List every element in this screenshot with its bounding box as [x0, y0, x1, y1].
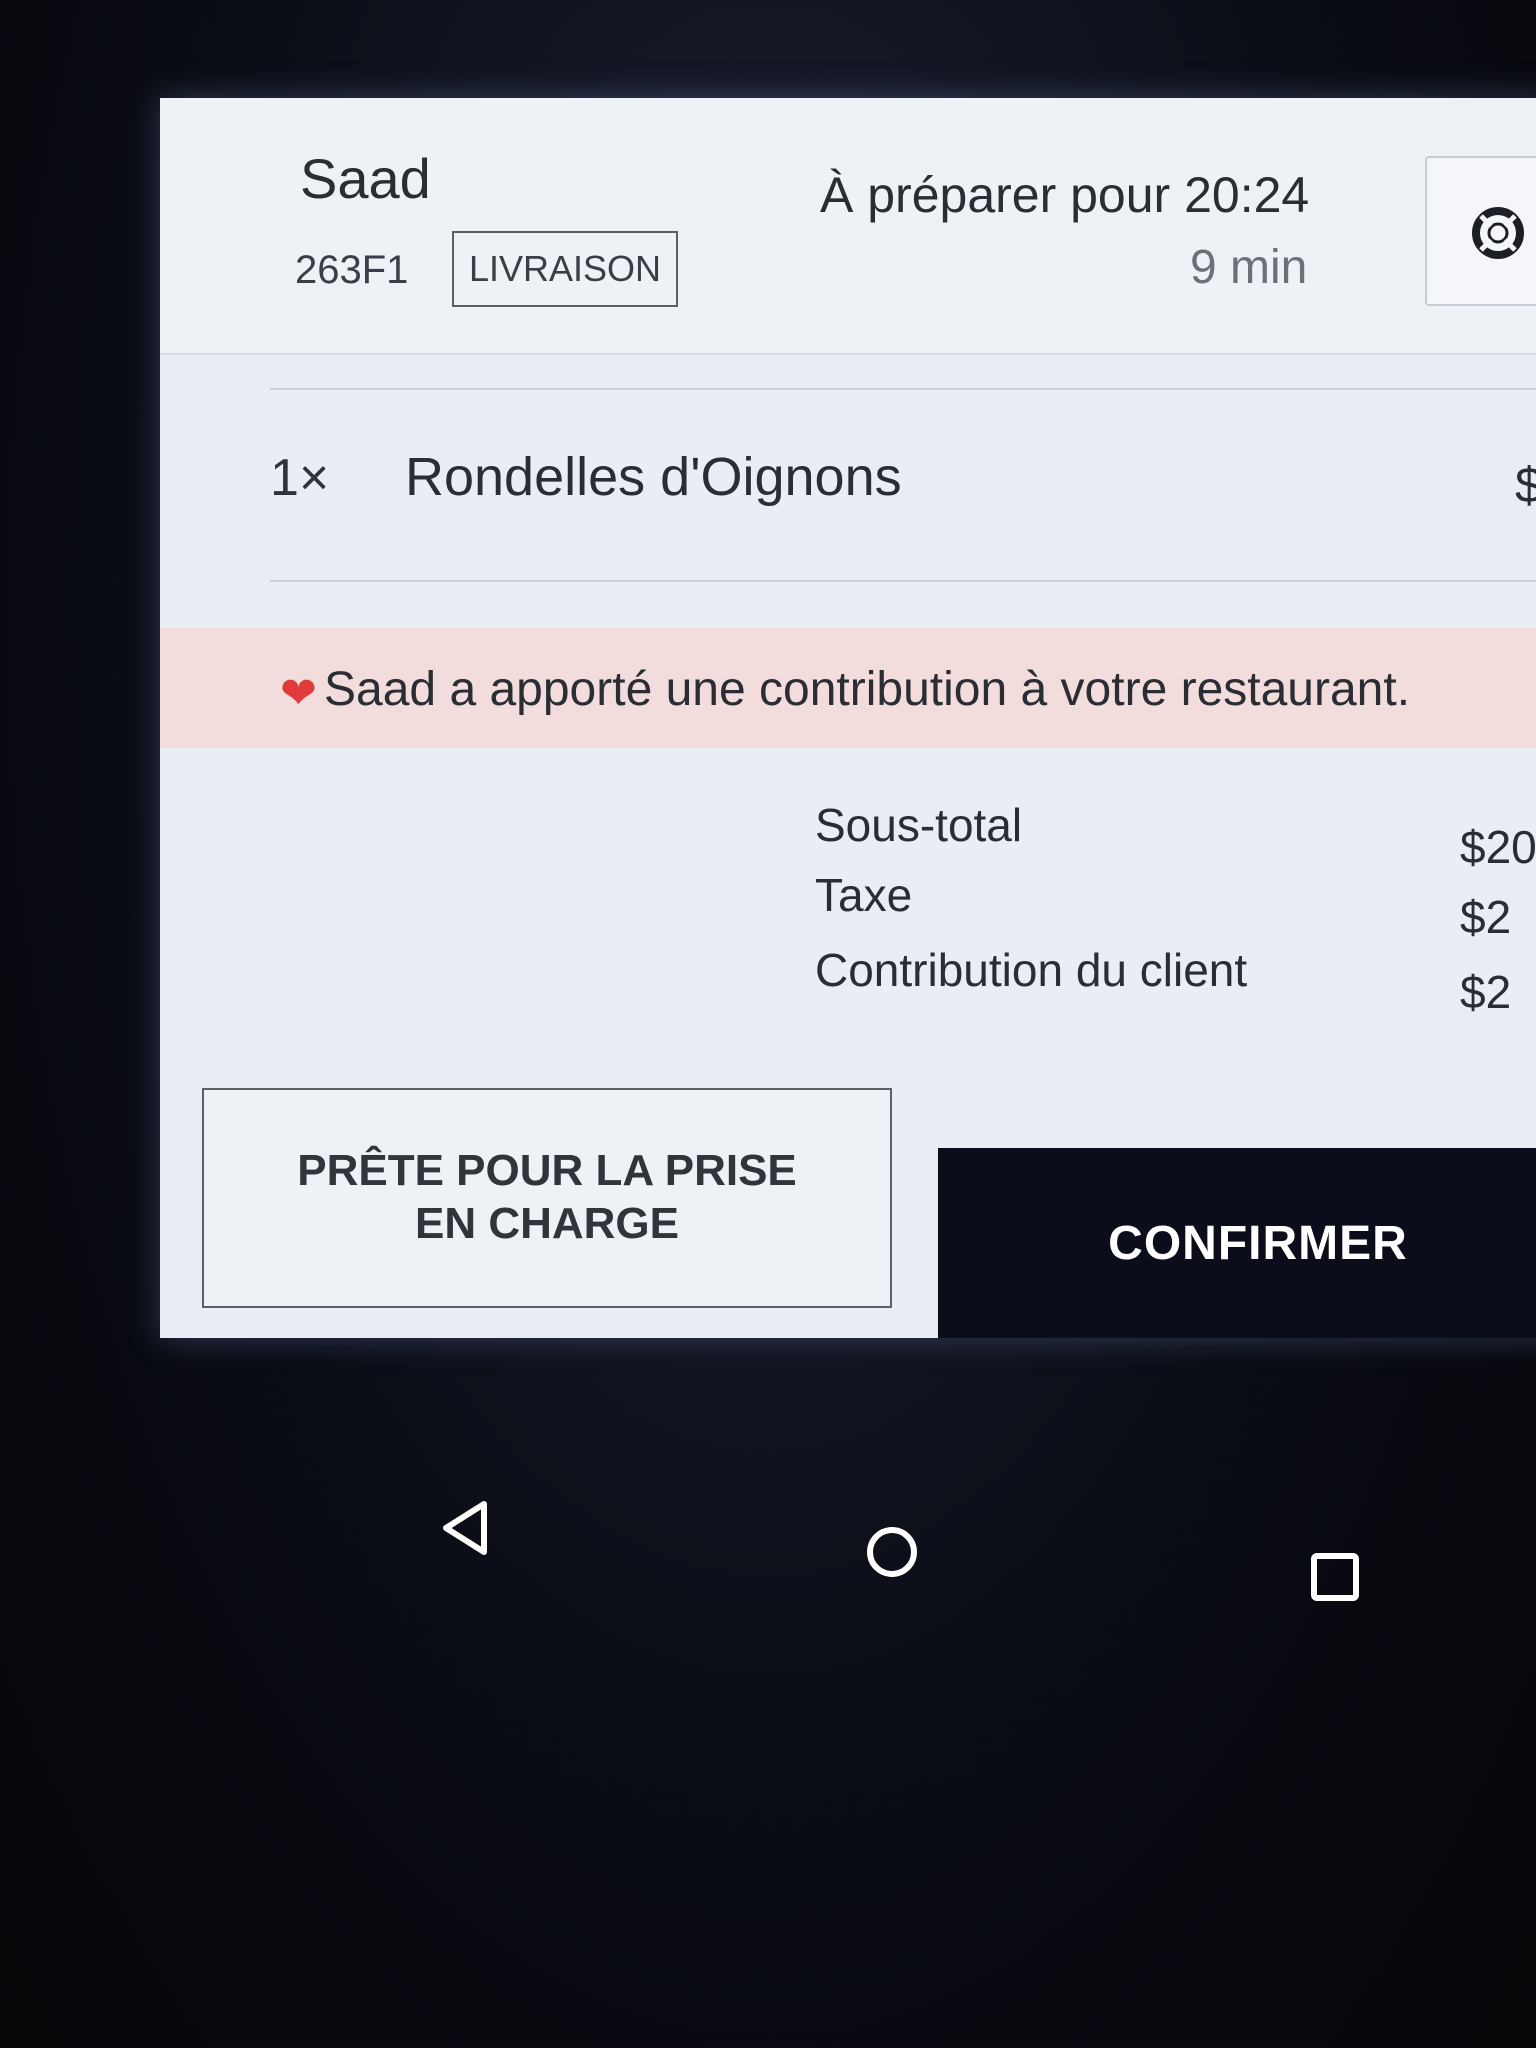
order-type-badge: LIVRAISON [452, 231, 678, 307]
order-screen: Saad 263F1 LIVRAISON À préparer pour 20:… [160, 98, 1536, 1338]
heart-icon: ❤ [280, 669, 317, 718]
help-button[interactable] [1425, 156, 1536, 306]
contribution-text: Saad a apporté une contribution à votre … [324, 663, 1411, 716]
customer-contribution-value: $2 [1460, 966, 1512, 1018]
nav-recent-icon[interactable] [1310, 1552, 1360, 1602]
item-quantity: 1× [270, 449, 330, 507]
prep-eta: 9 min [1190, 241, 1308, 294]
prep-time-label: À préparer pour 20:24 [820, 167, 1310, 223]
customer-name: Saad [300, 147, 431, 210]
tax-label: Taxe [815, 869, 913, 921]
nav-home-icon[interactable] [865, 1525, 919, 1579]
subtotal-value: $20 [1460, 821, 1536, 873]
customer-contribution-label: Contribution du client [815, 944, 1248, 996]
lifebuoy-icon [1472, 207, 1524, 259]
item-name: Rondelles d'Oignons [405, 447, 902, 507]
android-nav-bar [0, 1440, 1536, 1640]
nav-back-icon[interactable] [440, 1500, 490, 1556]
order-item-row[interactable]: 1× Rondelles d'Oignons $ [270, 388, 1536, 582]
order-id: 263F1 [295, 248, 409, 292]
confirm-button[interactable]: CONFIRMER [938, 1148, 1536, 1338]
subtotal-label: Sous-total [815, 799, 1023, 851]
contribution-banner: ❤ Saad a apporté une contribution à votr… [160, 628, 1536, 748]
item-price: $ [1515, 457, 1536, 513]
order-header: Saad 263F1 LIVRAISON À préparer pour 20:… [160, 98, 1536, 355]
tax-value: $2 [1460, 891, 1512, 943]
ready-for-pickup-button[interactable]: PRÊTE POUR LA PRISE EN CHARGE [202, 1088, 892, 1308]
order-totals: Sous-total $20 Taxe $2 Contribution du c… [160, 798, 1536, 1118]
